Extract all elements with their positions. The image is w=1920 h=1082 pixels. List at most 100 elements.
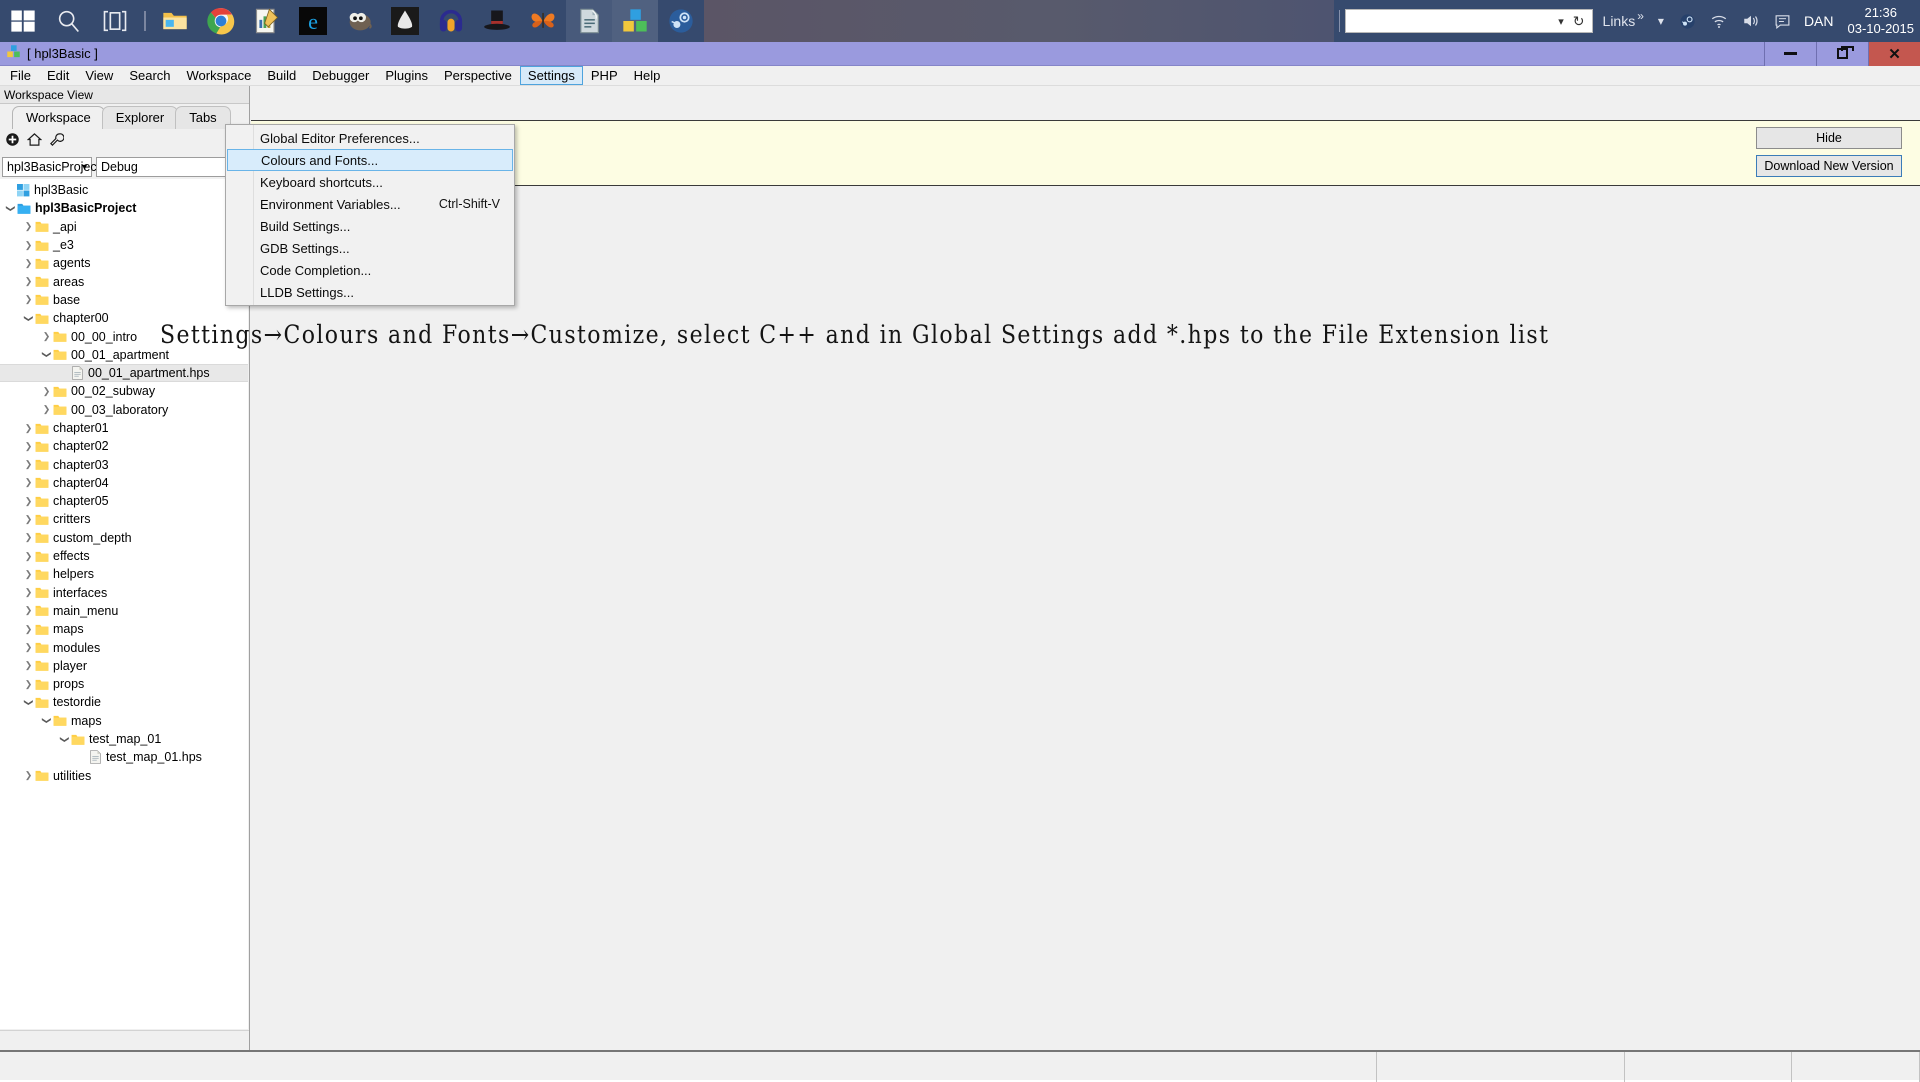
chevron-down-icon[interactable]: ❯ [59,733,70,746]
chevron-right-icon[interactable]: ❯ [40,331,53,342]
chevron-right-icon[interactable]: ❯ [22,441,35,452]
menu-item-php[interactable]: PHP [583,66,626,85]
close-button[interactable]: ✕ [1868,42,1920,66]
tab-explorer[interactable]: Explorer [102,106,178,129]
steam-blue-icon[interactable] [658,0,704,42]
menu-item-settings[interactable]: Settings [520,66,583,85]
tree-folder-row[interactable]: ❯player [0,657,248,675]
tree-folder-row[interactable]: ❯effects [0,547,248,565]
tree-folder-row[interactable]: ❯hpl3BasicProject [0,199,248,217]
windows-start-icon[interactable] [0,0,46,42]
action-center-icon[interactable] [1774,13,1791,30]
tray-expand-icon[interactable]: ▾ [1658,14,1664,28]
add-project-icon[interactable] [5,132,20,152]
chevron-down-icon[interactable]: ❯ [5,202,16,215]
tree-folder-row[interactable]: ❯agents [0,254,248,272]
search-icon[interactable] [46,0,92,42]
chevron-right-icon[interactable]: ❯ [22,532,35,543]
chevron-right-icon[interactable]: ❯ [22,569,35,580]
tree-folder-row[interactable]: ❯chapter05 [0,492,248,510]
chevron-right-icon[interactable]: ❯ [22,240,35,251]
menu-option-code-completion[interactable]: Code Completion... [226,259,514,281]
tree-folder-row[interactable]: ❯interfaces [0,584,248,602]
tree-folder-row[interactable]: hpl3Basic [0,181,248,199]
top-hat-icon[interactable] [474,0,520,42]
tree-folder-row[interactable]: ❯00_02_subway [0,382,248,400]
task-view-icon[interactable] [92,0,138,42]
menu-item-plugins[interactable]: Plugins [377,66,436,85]
menu-item-edit[interactable]: Edit [39,66,77,85]
menu-item-debugger[interactable]: Debugger [304,66,377,85]
chevron-right-icon[interactable]: ❯ [22,276,35,287]
menu-option-environment-variables[interactable]: Environment Variables...Ctrl-Shift-V [226,193,514,215]
project-selector-dropdown[interactable]: hpl3BasicProject ▾ [2,157,92,177]
tab-tabs[interactable]: Tabs [175,106,230,129]
chevron-right-icon[interactable]: ❯ [22,423,35,434]
tab-workspace[interactable]: Workspace [12,106,105,129]
steam-tray-icon[interactable] [1679,13,1696,30]
chevron-down-icon[interactable]: ❯ [23,696,34,709]
tree-folder-row[interactable]: ❯chapter01 [0,419,248,437]
tree-folder-row[interactable]: ❯_api [0,218,248,236]
chevron-right-icon[interactable]: ❯ [22,679,35,690]
menu-item-search[interactable]: Search [121,66,178,85]
menu-option-lldb-settings[interactable]: LLDB Settings... [226,281,514,303]
tree-folder-row[interactable]: ❯main_menu [0,602,248,620]
tree-folder-row[interactable]: ❯utilities [0,767,248,785]
menu-option-global-editor-preferences[interactable]: Global Editor Preferences... [226,127,514,149]
menu-item-view[interactable]: View [77,66,121,85]
tree-folder-row[interactable]: ❯00_03_laboratory [0,401,248,419]
menu-item-file[interactable]: File [2,66,39,85]
tree-folder-row[interactable]: ❯areas [0,272,248,290]
project-tree[interactable]: hpl3Basic❯hpl3BasicProject❯_api❯_e3❯agen… [0,179,248,1029]
chevron-right-icon[interactable]: ❯ [22,770,35,781]
menu-option-build-settings[interactable]: Build Settings... [226,215,514,237]
overflow-chevron-icon[interactable]: » [1637,9,1644,23]
username-label[interactable]: DAN [1804,13,1834,29]
chevron-right-icon[interactable]: ❯ [22,551,35,562]
file-explorer-icon[interactable] [152,0,198,42]
tree-folder-row[interactable]: ❯test_map_01 [0,730,248,748]
menu-item-help[interactable]: Help [626,66,669,85]
chevron-right-icon[interactable]: ❯ [22,587,35,598]
tree-folder-row[interactable]: ❯custom_depth [0,529,248,547]
inkscape-icon[interactable] [382,0,428,42]
menu-option-colours-and-fonts[interactable]: Colours and Fonts... [227,149,513,171]
tree-folder-row[interactable]: ❯critters [0,510,248,528]
document-viewer-icon[interactable] [566,0,612,42]
chevron-right-icon[interactable]: ❯ [22,624,35,635]
editor-main-area[interactable] [251,187,1920,1049]
horizontal-scrollbar[interactable] [0,1030,249,1050]
tree-file-row[interactable]: 00_01_apartment.hps [0,364,248,382]
links-label[interactable]: Links [1603,13,1636,29]
google-chrome-icon[interactable] [198,0,244,42]
chevron-down-icon[interactable]: ❯ [41,348,52,361]
chevron-down-icon[interactable]: ❯ [23,312,34,325]
chevron-right-icon[interactable]: ❯ [22,660,35,671]
chevron-right-icon[interactable]: ❯ [22,221,35,232]
chevron-right-icon[interactable]: ❯ [22,477,35,488]
chevron-down-icon[interactable]: ❯ [41,714,52,727]
volume-icon[interactable] [1742,13,1760,29]
notepad-editor-icon[interactable] [244,0,290,42]
chevron-right-icon[interactable]: ❯ [22,514,35,525]
tree-folder-row[interactable]: ❯chapter02 [0,437,248,455]
tree-folder-row[interactable]: ❯maps [0,712,248,730]
chevron-right-icon[interactable]: ❯ [40,386,53,397]
menu-item-perspective[interactable]: Perspective [436,66,520,85]
tree-folder-row[interactable]: ❯chapter03 [0,455,248,473]
wrench-settings-icon[interactable] [49,132,64,152]
menu-item-workspace[interactable]: Workspace [179,66,260,85]
tree-folder-row[interactable]: ❯helpers [0,565,248,583]
headphones-audio-icon[interactable] [428,0,474,42]
address-bar-input[interactable]: ▾ ↻ [1345,9,1593,33]
gimp-icon[interactable] [336,0,382,42]
menu-option-keyboard-shortcuts[interactable]: Keyboard shortcuts... [226,171,514,193]
menu-option-gdb-settings[interactable]: GDB Settings... [226,237,514,259]
download-new-version-button[interactable]: Download New Version [1756,155,1902,177]
hide-button[interactable]: Hide [1756,127,1902,149]
tree-folder-row[interactable]: ❯base [0,291,248,309]
minimize-button[interactable] [1764,42,1816,66]
menu-item-build[interactable]: Build [259,66,304,85]
build-config-dropdown[interactable]: Debug [96,157,246,177]
